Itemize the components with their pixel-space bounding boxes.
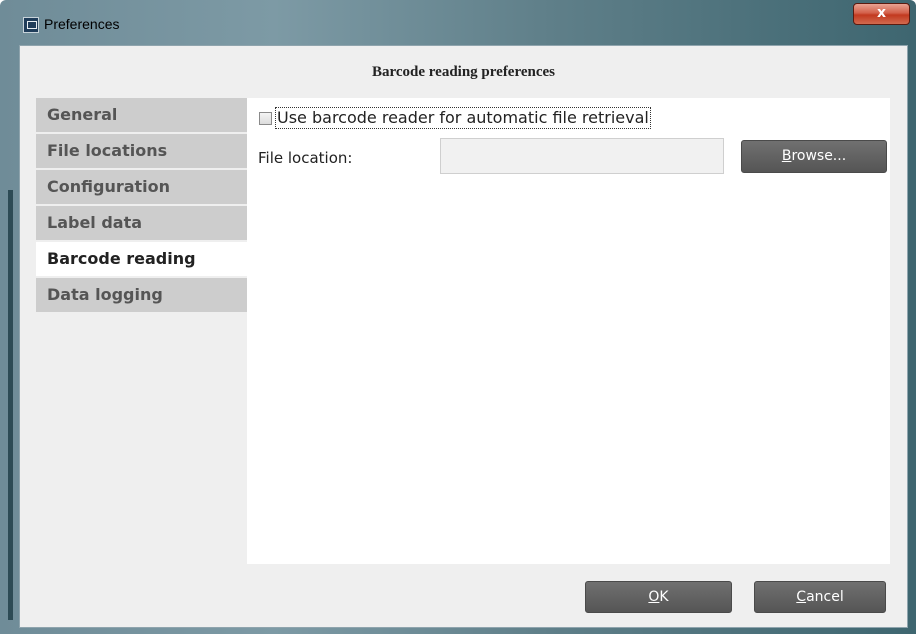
close-button[interactable]: x: [853, 3, 910, 25]
preferences-window: Preferences x Barcode reading preference…: [0, 0, 916, 634]
background-window-edge: [8, 190, 13, 620]
cancel-mnemonic: C: [796, 589, 807, 605]
cancel-label-rest: ancel: [806, 589, 844, 605]
nav-item-data-logging[interactable]: Data logging: [36, 278, 247, 312]
nav-item-barcode-reading[interactable]: Barcode reading: [36, 242, 247, 276]
dialog-header: Barcode reading preferences: [371, 64, 556, 80]
title-bar[interactable]: Preferences x: [0, 0, 916, 44]
nav-item-configuration[interactable]: Configuration: [36, 170, 247, 204]
barcode-reading-panel: Use barcode reader for automatic file re…: [247, 98, 890, 564]
nav-item-file-locations[interactable]: File locations: [36, 134, 247, 168]
dialog-client-area: Barcode reading preferences General File…: [19, 45, 908, 628]
ok-mnemonic: O: [648, 589, 660, 605]
cancel-button[interactable]: Cancel: [754, 581, 886, 613]
browse-button[interactable]: Browse...: [741, 140, 887, 173]
ok-label-rest: K: [659, 589, 669, 605]
close-icon: x: [876, 5, 887, 21]
browse-mnemonic: B: [781, 148, 792, 164]
ok-button[interactable]: OK: [585, 581, 732, 613]
nav-item-general[interactable]: General: [36, 98, 247, 132]
browse-label-rest: rowse...: [791, 148, 847, 164]
preferences-app-icon: [23, 17, 39, 33]
use-barcode-reader-label[interactable]: Use barcode reader for automatic file re…: [275, 107, 651, 129]
use-barcode-reader-option[interactable]: Use barcode reader for automatic file re…: [259, 107, 651, 129]
nav-item-label-data[interactable]: Label data: [36, 206, 247, 240]
preferences-nav: General File locations Configuration Lab…: [36, 98, 247, 314]
use-barcode-reader-checkbox[interactable]: [259, 111, 272, 125]
file-location-input[interactable]: [440, 138, 724, 174]
window-title: Preferences: [44, 16, 120, 32]
file-location-label: File location:: [258, 149, 353, 167]
